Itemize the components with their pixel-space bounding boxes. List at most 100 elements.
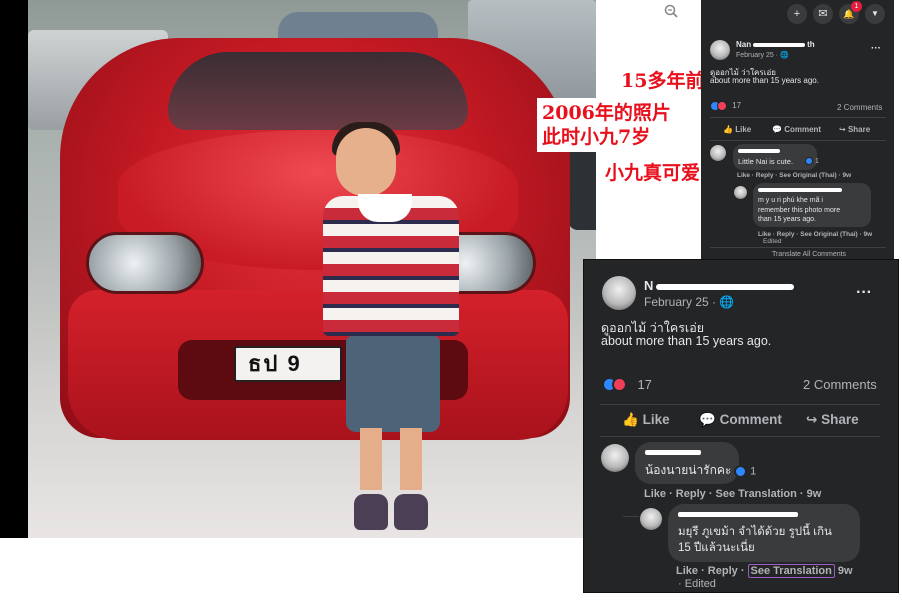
reply-avatar[interactable] xyxy=(734,186,747,199)
translate-all-link[interactable]: Translate All Comments xyxy=(772,251,846,258)
love-reaction-icon xyxy=(717,101,727,111)
post-text-english: about more than 15 years ago. xyxy=(601,334,772,348)
photo[interactable]: ธป 9 xyxy=(28,0,596,538)
post-panel-small: + ✉ 🔔 1 ▼ Nan th February 25 · 🌐 ··· ดูออ… xyxy=(701,0,894,260)
comments-count[interactable]: 2 Comments xyxy=(837,103,882,112)
caret-down-icon[interactable]: ▼ xyxy=(865,4,885,24)
comment-time[interactable]: 9w xyxy=(807,488,822,500)
comment-label: Comment xyxy=(719,412,782,427)
see-translation-link[interactable]: See Translation xyxy=(716,488,797,500)
bell-icon[interactable]: 🔔 1 xyxy=(839,1,862,24)
divider xyxy=(710,140,886,141)
comment-reaction[interactable]: 1 xyxy=(734,465,756,478)
edited-text: Edited xyxy=(684,578,716,590)
redaction xyxy=(738,149,780,153)
love-reaction-icon xyxy=(612,377,627,393)
commenter-avatar[interactable] xyxy=(601,444,629,472)
edited-label: · Edited xyxy=(678,578,716,590)
reply-text-line: 15 ปีแล้วนะเนี่ย xyxy=(678,542,755,554)
comment-reply-link[interactable]: Reply xyxy=(676,488,706,500)
caption-2006-photo: 2006年的照片 此时小九7岁 xyxy=(537,98,676,152)
child-leg-right xyxy=(400,428,422,490)
reply-time[interactable]: 9w xyxy=(838,565,853,577)
share-label: Share xyxy=(821,412,859,427)
divider xyxy=(600,404,880,405)
comment-like-link[interactable]: Like xyxy=(644,488,666,500)
reply-reply-link[interactable]: Reply xyxy=(708,565,738,577)
comment-reaction-count: 1 xyxy=(750,465,757,478)
divider xyxy=(710,117,886,118)
post-date[interactable]: February 25 · 🌐 xyxy=(736,51,789,59)
comment-reaction-count: 1 xyxy=(814,157,819,165)
post-date[interactable]: February 25 · 🌐 xyxy=(644,295,734,309)
notification-badge: 1 xyxy=(851,1,862,12)
comment-actions[interactable]: Like · Reply · See Original (Thai) · 9w xyxy=(737,172,851,179)
like-icon: 👍 xyxy=(723,125,733,134)
reply-actions: Like · Reply · See Translation 9w xyxy=(676,564,853,578)
comment-label: Comment xyxy=(784,125,822,134)
comments-count[interactable]: 2 Comments xyxy=(803,377,877,392)
share-button[interactable]: ↪ Share xyxy=(806,412,859,428)
comment-button[interactable]: 💬 Comment xyxy=(772,125,821,134)
post-panel-large: N February 25 · 🌐 ··· ดูออกไม้ ว่าใครเอ่… xyxy=(583,259,899,593)
reply-text-line: มยุรี ภูเขม้า จำได้ด้วย รูปนี้ เกิน xyxy=(678,526,832,538)
divider xyxy=(710,247,886,248)
zoom-in-icon[interactable] xyxy=(642,4,660,21)
reply-text-line: remember this photo more xyxy=(758,206,841,214)
caption-cute: 小九真可爱 xyxy=(600,158,706,188)
child-shorts xyxy=(346,336,440,432)
reply-like-link[interactable]: Like xyxy=(676,565,698,577)
author-name[interactable]: Nan th xyxy=(736,40,815,49)
redaction xyxy=(656,283,795,290)
like-label: Like xyxy=(735,125,752,134)
child-leg-left xyxy=(360,428,382,490)
author-avatar[interactable] xyxy=(602,276,636,310)
commenter-avatar[interactable] xyxy=(710,145,726,161)
like-label: Like xyxy=(642,412,670,427)
redaction xyxy=(645,450,701,455)
thread-line xyxy=(623,516,639,517)
divider xyxy=(600,436,880,437)
fullscreen-icon[interactable] xyxy=(681,4,699,21)
like-button[interactable]: 👍 Like xyxy=(622,412,670,428)
author-name-prefix: N xyxy=(644,278,654,293)
share-icon: ↪ xyxy=(839,125,846,134)
comment-text: น้องนายน่ารักคะ xyxy=(645,463,732,477)
plus-icon[interactable]: + xyxy=(787,4,807,24)
reaction-count: 17 xyxy=(732,101,742,111)
reply-actions[interactable]: Like · Reply · See Original (Thai) · 9w xyxy=(758,231,872,238)
zoom-out-icon[interactable] xyxy=(662,4,680,21)
reactions-summary[interactable]: 17 xyxy=(710,101,741,111)
car-windshield xyxy=(168,52,468,130)
more-options-icon[interactable]: ··· xyxy=(856,284,872,302)
photo-viewer: ธป 9 xyxy=(0,0,596,538)
license-plate: ธป 9 xyxy=(234,346,342,382)
child-collar xyxy=(358,194,412,222)
author-avatar[interactable] xyxy=(710,40,730,60)
child-shoe-right xyxy=(394,494,428,530)
comment-icon: 💬 xyxy=(699,412,716,427)
car-headlight-left xyxy=(86,232,204,294)
redaction xyxy=(753,42,806,47)
child-face xyxy=(336,128,396,196)
author-name[interactable]: N xyxy=(644,278,795,293)
share-label: Share xyxy=(847,125,871,134)
reply-avatar[interactable] xyxy=(640,508,662,530)
edited-label: Edited xyxy=(763,238,782,245)
reply-text-line: than 15 years ago. xyxy=(758,216,816,223)
messenger-icon[interactable]: ✉ xyxy=(813,4,833,24)
see-translation-link[interactable]: See Translation xyxy=(747,564,835,578)
share-button[interactable]: ↪ Share xyxy=(839,125,870,134)
reactions-summary[interactable]: 17 xyxy=(602,376,652,394)
redaction xyxy=(758,188,842,192)
child-shoe-left xyxy=(354,494,388,530)
author-name-suffix: th xyxy=(807,40,815,49)
like-reaction-icon xyxy=(734,465,747,478)
like-button[interactable]: 👍 Like xyxy=(723,125,751,134)
more-options-icon[interactable]: ··· xyxy=(871,43,881,54)
comment-reaction[interactable]: 1 xyxy=(805,157,819,165)
comment-button[interactable]: 💬 Comment xyxy=(699,412,782,428)
comment-icon: 💬 xyxy=(772,125,782,134)
reply-text: มยุรี ภูเขม้า จำได้ด้วย รูปนี้ เกิน 15 ป… xyxy=(678,524,832,556)
reaction-count: 17 xyxy=(637,377,652,393)
